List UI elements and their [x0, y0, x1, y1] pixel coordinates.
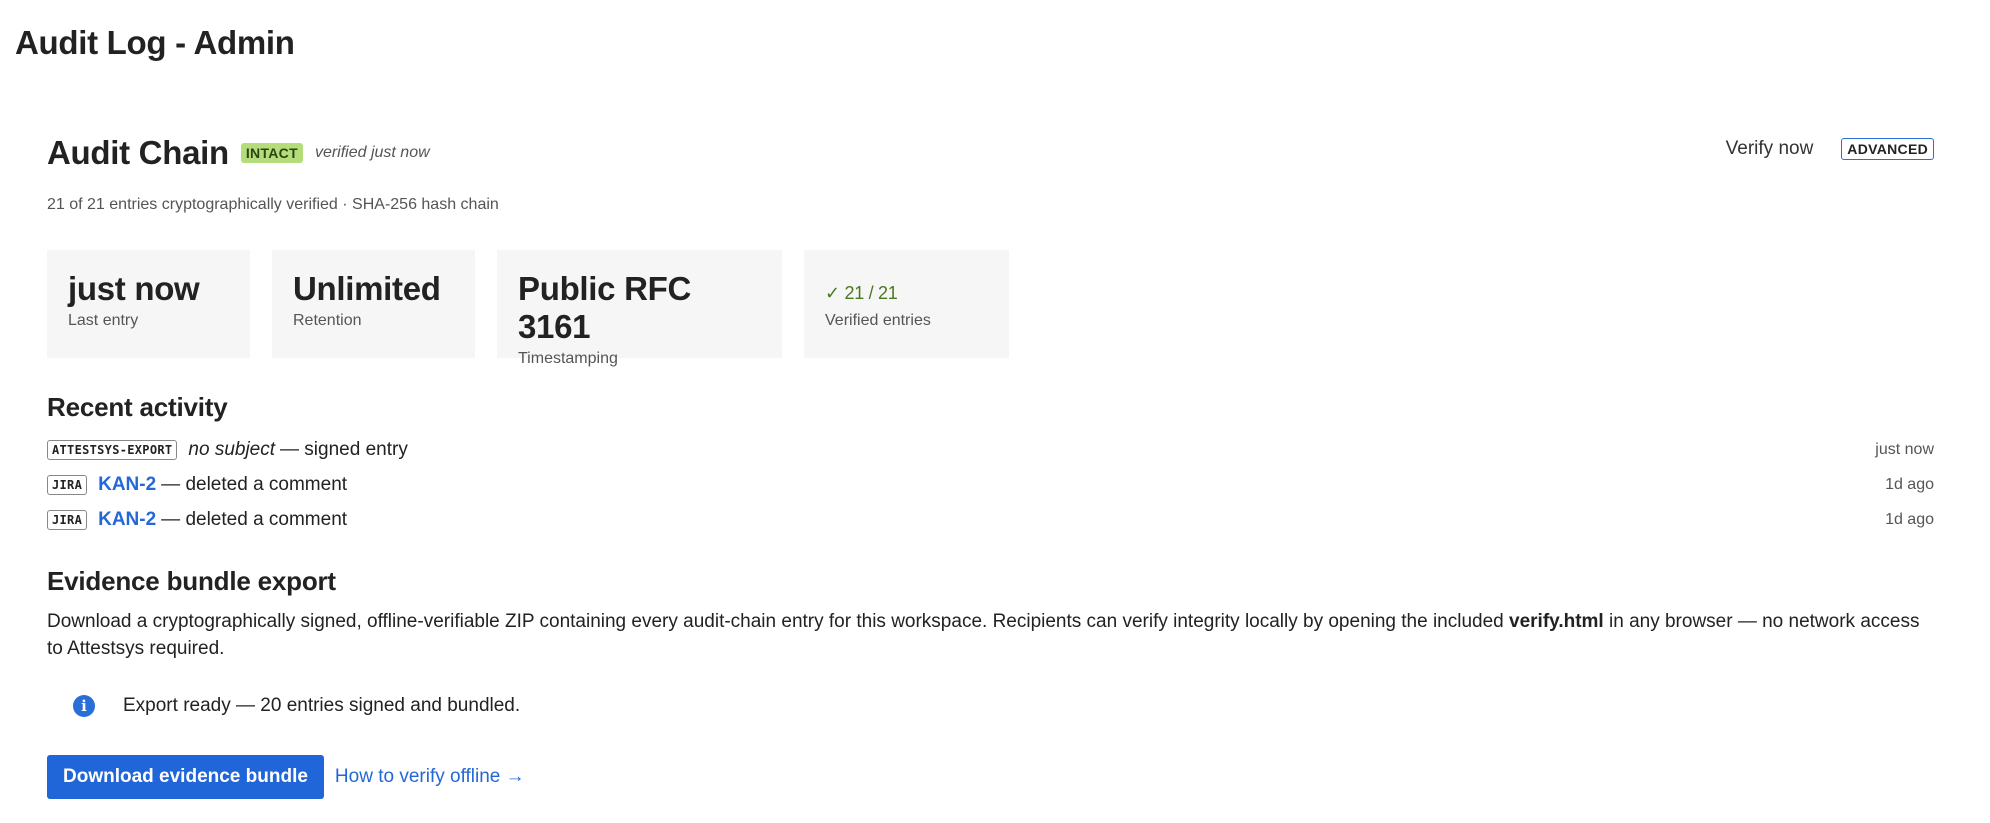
activity-list: ATTESTSYS-EXPORT no subject — signed ent… [47, 432, 1934, 537]
stat-timestamping: Public RFC 3161 Timestamping [497, 250, 782, 367]
stat-label: Verified entries [825, 312, 931, 329]
activity-subject: no subject [188, 438, 276, 460]
stat-label: Timestamping [518, 350, 618, 367]
source-tag: JIRA [47, 474, 88, 495]
activity-action: — signed entry [280, 438, 408, 460]
activity-row: JIRA KAN-2 — deleted a comment 1d ago [47, 467, 1934, 502]
stat-value: Public RFC 3161 [518, 270, 692, 345]
source-tag: JIRA [47, 509, 88, 530]
export-description-text: Download a cryptographically signed, off… [47, 611, 1510, 632]
notice-text: Export ready — 20 entries signed and bun… [123, 695, 521, 716]
verified-time: verified just now [314, 144, 430, 161]
stat-value: Unlimited [293, 270, 441, 307]
stat-label: Last entry [68, 312, 139, 329]
stat-retention: Unlimited Retention [272, 250, 475, 358]
stats-cards: just now Last entry Unlimited Retention … [47, 250, 1009, 367]
issue-link[interactable]: KAN-2 [98, 474, 156, 496]
audit-chain-header: Audit Chain INTACT verified just now [47, 130, 430, 176]
source-tag: ATTESTSYS-EXPORT [47, 439, 178, 460]
activity-time: 1d ago [1885, 475, 1934, 493]
stat-last-entry: just now Last entry [47, 250, 250, 358]
stat-value: ✓ 21 / 21 [825, 283, 898, 303]
export-description: Download a cryptographically signed, off… [47, 608, 1934, 662]
download-evidence-button[interactable]: Download evidence bundle [47, 755, 324, 799]
recent-activity-title: Recent activity [47, 392, 228, 422]
audit-chain-title: Audit Chain [47, 134, 229, 171]
info-icon: i [73, 695, 95, 717]
activity-action: — deleted a comment [161, 473, 348, 495]
activity-time: just now [1875, 440, 1934, 458]
stat-verified-entries: ✓ 21 / 21 Verified entries [804, 250, 1009, 358]
evidence-export-title: Evidence bundle export [47, 566, 336, 596]
activity-time: 1d ago [1885, 510, 1934, 528]
verify-file-name: verify.html [1509, 611, 1604, 632]
chain-summary: 21 of 21 entries cryptographically verif… [47, 196, 499, 213]
activity-row: ATTESTSYS-EXPORT no subject — signed ent… [47, 432, 1934, 467]
page-title: Audit Log - Admin [15, 24, 295, 61]
activity-row: JIRA KAN-2 — deleted a comment 1d ago [47, 502, 1934, 537]
header-actions: Verify now ADVANCED [1726, 138, 1934, 160]
activity-action: — deleted a comment [161, 508, 348, 530]
export-notice: i Export ready — 20 entries signed and b… [73, 695, 520, 717]
stat-value: just now [68, 270, 200, 307]
advanced-toggle[interactable]: ADVANCED [1841, 138, 1934, 160]
how-to-verify-link[interactable]: How to verify offline → [335, 766, 525, 788]
status-badge: INTACT [240, 143, 303, 163]
issue-link[interactable]: KAN-2 [98, 509, 156, 531]
verify-now-button[interactable]: Verify now [1726, 138, 1814, 160]
export-actions: Download evidence bundle How to verify o… [47, 755, 525, 799]
stat-label: Retention [293, 312, 362, 329]
